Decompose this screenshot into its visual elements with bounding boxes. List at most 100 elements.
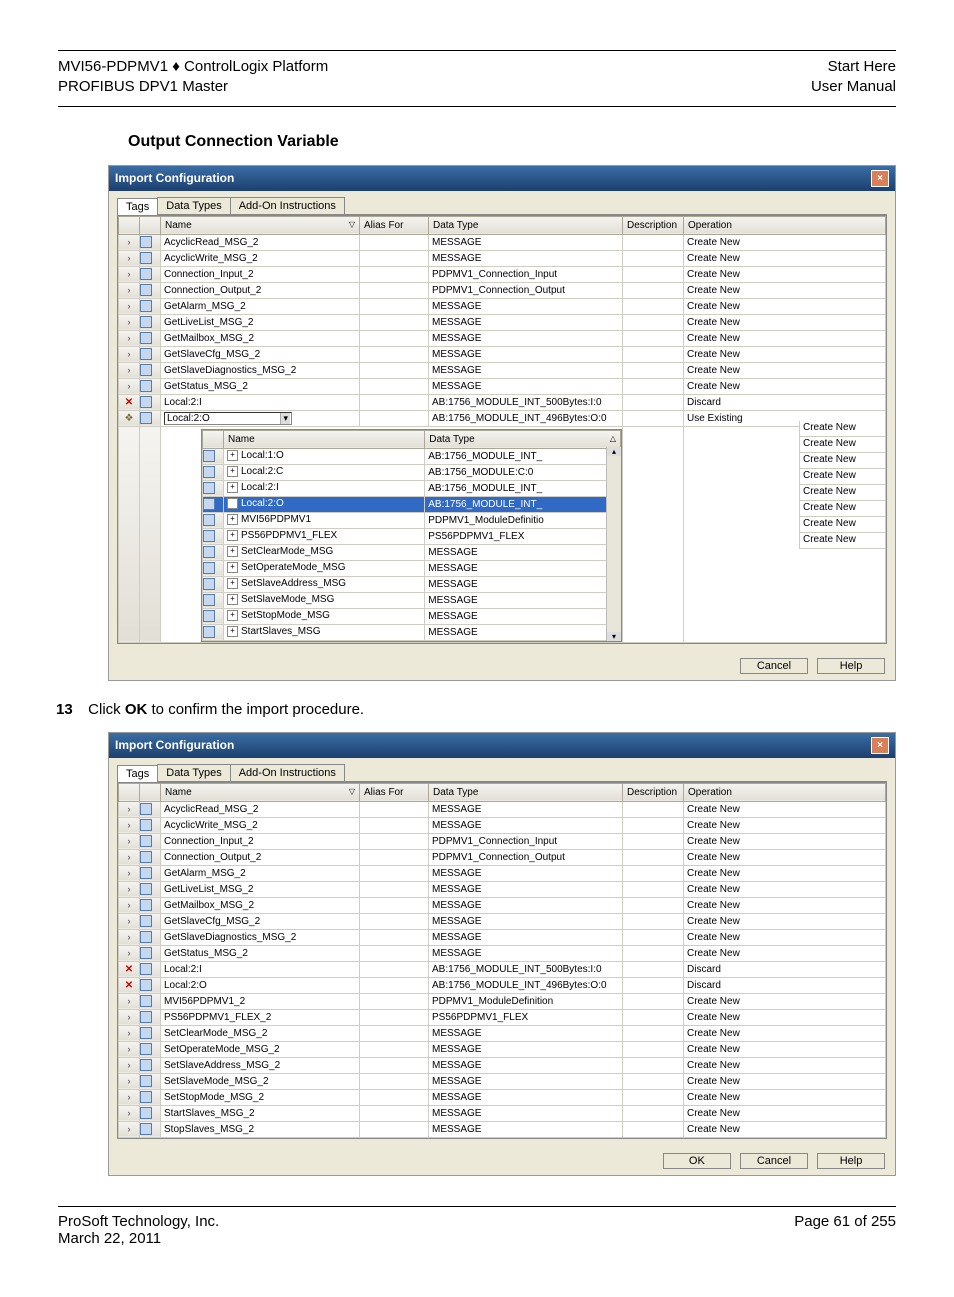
tag-name-cell: SetSlaveMode_MSG_2 <box>161 1073 360 1089</box>
tag-icon-cell <box>140 346 161 362</box>
table-row[interactable]: ❖ Local:2:O AB:1756_MODULE_INT_496Bytes:… <box>119 410 886 426</box>
table-row[interactable]: › Connection_Output_2 PDPMV1_Connection_… <box>119 282 886 298</box>
expand-icon[interactable]: + <box>227 498 238 509</box>
table-row[interactable]: › SetSlaveMode_MSG_2 MESSAGE Create New <box>119 1073 886 1089</box>
table-row[interactable]: › Connection_Input_2 PDPMV1_Connection_I… <box>119 266 886 282</box>
discard-icon: ✕ <box>125 397 133 408</box>
alias-cell <box>360 1089 429 1105</box>
tag-dropdown-list[interactable]: NameData Type △ +Local:1:O AB:1756_MODUL… <box>201 429 622 642</box>
table-row[interactable]: › GetLiveList_MSG_2 MESSAGE Create New <box>119 881 886 897</box>
expand-icon[interactable]: + <box>227 450 238 461</box>
table-row[interactable]: › AcyclicWrite_MSG_2 MESSAGE Create New <box>119 250 886 266</box>
expand-icon[interactable]: + <box>227 530 238 541</box>
table-row[interactable]: › GetStatus_MSG_2 MESSAGE Create New <box>119 378 886 394</box>
tag-icon <box>203 546 215 558</box>
alias-cell <box>360 1041 429 1057</box>
expand-icon[interactable]: + <box>227 594 238 605</box>
expand-icon[interactable]: + <box>227 610 238 621</box>
cancel-button[interactable]: Cancel <box>740 1153 808 1169</box>
desc-cell <box>623 266 684 282</box>
dropdown-item[interactable]: +SetClearMode_MSG MESSAGE <box>203 544 621 560</box>
dropdown-item[interactable]: +StartSlaves_MSG MESSAGE <box>203 624 621 640</box>
row-marker: › <box>119 250 140 266</box>
page-header: MVI56-PDPMV1 ♦ ControlLogix Platform PRO… <box>58 57 896 98</box>
dropdown-item[interactable]: +Local:2:O AB:1756_MODULE_INT_ <box>203 496 621 512</box>
op-cell: Create New <box>684 298 886 314</box>
tab-tags[interactable]: Tags <box>117 765 158 782</box>
tab-tags[interactable]: Tags <box>117 198 158 215</box>
dtype-cell: MESSAGE <box>429 362 623 378</box>
dropdown-item[interactable]: +MVI56PDPMV1 PDPMV1_ModuleDefinitio <box>203 512 621 528</box>
close-icon[interactable]: × <box>871 170 889 187</box>
dropdown-item[interactable]: +SetSlaveMode_MSG MESSAGE <box>203 592 621 608</box>
table-row[interactable]: › GetMailbox_MSG_2 MESSAGE Create New <box>119 330 886 346</box>
table-row[interactable]: › GetSlaveDiagnostics_MSG_2 MESSAGE Crea… <box>119 362 886 378</box>
expand-icon[interactable]: + <box>227 562 238 573</box>
tag-icon-cell <box>140 394 161 410</box>
table-row[interactable]: › GetStatus_MSG_2 MESSAGE Create New <box>119 945 886 961</box>
tab-addon[interactable]: Add-On Instructions <box>230 197 345 214</box>
table-row[interactable]: › AcyclicRead_MSG_2 MESSAGE Create New <box>119 801 886 817</box>
table-row[interactable]: › AcyclicRead_MSG_2 MESSAGE Create New <box>119 234 886 250</box>
table-row[interactable]: › GetAlarm_MSG_2 MESSAGE Create New <box>119 865 886 881</box>
tab-addon[interactable]: Add-On Instructions <box>230 764 345 781</box>
table-row[interactable]: › GetAlarm_MSG_2 MESSAGE Create New <box>119 298 886 314</box>
dropdown-item[interactable]: +Local:2:C AB:1756_MODULE:C:0 <box>203 464 621 480</box>
table-row[interactable]: › SetStopMode_MSG_2 MESSAGE Create New <box>119 1089 886 1105</box>
close-icon[interactable]: × <box>871 737 889 754</box>
table-row[interactable]: › StopSlaves_MSG_2 MESSAGE Create New <box>119 1121 886 1137</box>
table-row[interactable]: ✕ Local:2:O AB:1756_MODULE_INT_496Bytes:… <box>119 977 886 993</box>
dropdown-item[interactable]: +SetStopMode_MSG MESSAGE <box>203 608 621 624</box>
help-button[interactable]: Help <box>817 1153 885 1169</box>
table-row[interactable]: › PS56PDPMV1_FLEX_2 PS56PDPMV1_FLEX Crea… <box>119 1009 886 1025</box>
row-marker: › <box>119 298 140 314</box>
dropdown-item[interactable]: +SetOperateMode_MSG MESSAGE <box>203 560 621 576</box>
dropdown-item[interactable]: +PS56PDPMV1_FLEX PS56PDPMV1_FLEX <box>203 528 621 544</box>
alias-cell <box>360 1121 429 1137</box>
table-row[interactable]: › GetLiveList_MSG_2 MESSAGE Create New <box>119 314 886 330</box>
expand-icon[interactable]: + <box>227 482 238 493</box>
table-row[interactable]: › SetClearMode_MSG_2 MESSAGE Create New <box>119 1025 886 1041</box>
grid: Name ▽ Alias For Data Type Description O… <box>117 215 887 644</box>
dropdown-item[interactable]: +SetSlaveAddress_MSG MESSAGE <box>203 576 621 592</box>
tag-icon <box>203 514 215 526</box>
tab-data-types[interactable]: Data Types <box>157 197 230 214</box>
expand-icon[interactable]: + <box>227 466 238 477</box>
tag-name-dropdown[interactable]: Local:2:O <box>164 412 292 425</box>
row-marker: › <box>119 993 140 1009</box>
expand-icon[interactable]: + <box>227 514 238 525</box>
scrollbar[interactable] <box>606 447 621 641</box>
table-row[interactable]: › SetOperateMode_MSG_2 MESSAGE Create Ne… <box>119 1041 886 1057</box>
dtype-cell: MESSAGE <box>429 1089 623 1105</box>
dropdown-item[interactable]: +Local:2:I AB:1756_MODULE_INT_ <box>203 480 621 496</box>
tag-name-cell: GetSlaveDiagnostics_MSG_2 <box>161 362 360 378</box>
tag-icon-cell <box>140 378 161 394</box>
table-row[interactable]: › GetSlaveCfg_MSG_2 MESSAGE Create New <box>119 913 886 929</box>
row-marker: › <box>119 1025 140 1041</box>
row-marker: › <box>119 1009 140 1025</box>
tag-icon-cell <box>140 266 161 282</box>
table-row[interactable]: › GetSlaveDiagnostics_MSG_2 MESSAGE Crea… <box>119 929 886 945</box>
expand-icon[interactable]: + <box>227 578 238 589</box>
table-row[interactable]: ✕ Local:2:I AB:1756_MODULE_INT_500Bytes:… <box>119 961 886 977</box>
tab-data-types[interactable]: Data Types <box>157 764 230 781</box>
dropdown-item[interactable]: +Local:1:O AB:1756_MODULE_INT_ <box>203 448 621 464</box>
table-row[interactable]: › GetMailbox_MSG_2 MESSAGE Create New <box>119 897 886 913</box>
table-row[interactable]: › AcyclicWrite_MSG_2 MESSAGE Create New <box>119 817 886 833</box>
help-button[interactable]: Help <box>817 658 885 674</box>
table-row[interactable]: › Connection_Input_2 PDPMV1_Connection_I… <box>119 833 886 849</box>
ok-button[interactable]: OK <box>663 1153 731 1169</box>
dialog-buttons: Cancel Help <box>109 652 895 680</box>
cancel-button[interactable]: Cancel <box>740 658 808 674</box>
table-row[interactable]: ✕ Local:2:I AB:1756_MODULE_INT_500Bytes:… <box>119 394 886 410</box>
op-cell: Create New <box>684 897 886 913</box>
expand-icon[interactable]: + <box>227 626 238 637</box>
table-row[interactable]: › MVI56PDPMV1_2 PDPMV1_ModuleDefinition … <box>119 993 886 1009</box>
expand-icon[interactable]: + <box>227 546 238 557</box>
tag-name-cell: GetStatus_MSG_2 <box>161 945 360 961</box>
table-row[interactable]: › GetSlaveCfg_MSG_2 MESSAGE Create New <box>119 346 886 362</box>
table-row[interactable]: › Connection_Output_2 PDPMV1_Connection_… <box>119 849 886 865</box>
table-row[interactable]: › SetSlaveAddress_MSG_2 MESSAGE Create N… <box>119 1057 886 1073</box>
table-row[interactable]: › StartSlaves_MSG_2 MESSAGE Create New <box>119 1105 886 1121</box>
desc-cell <box>623 1105 684 1121</box>
